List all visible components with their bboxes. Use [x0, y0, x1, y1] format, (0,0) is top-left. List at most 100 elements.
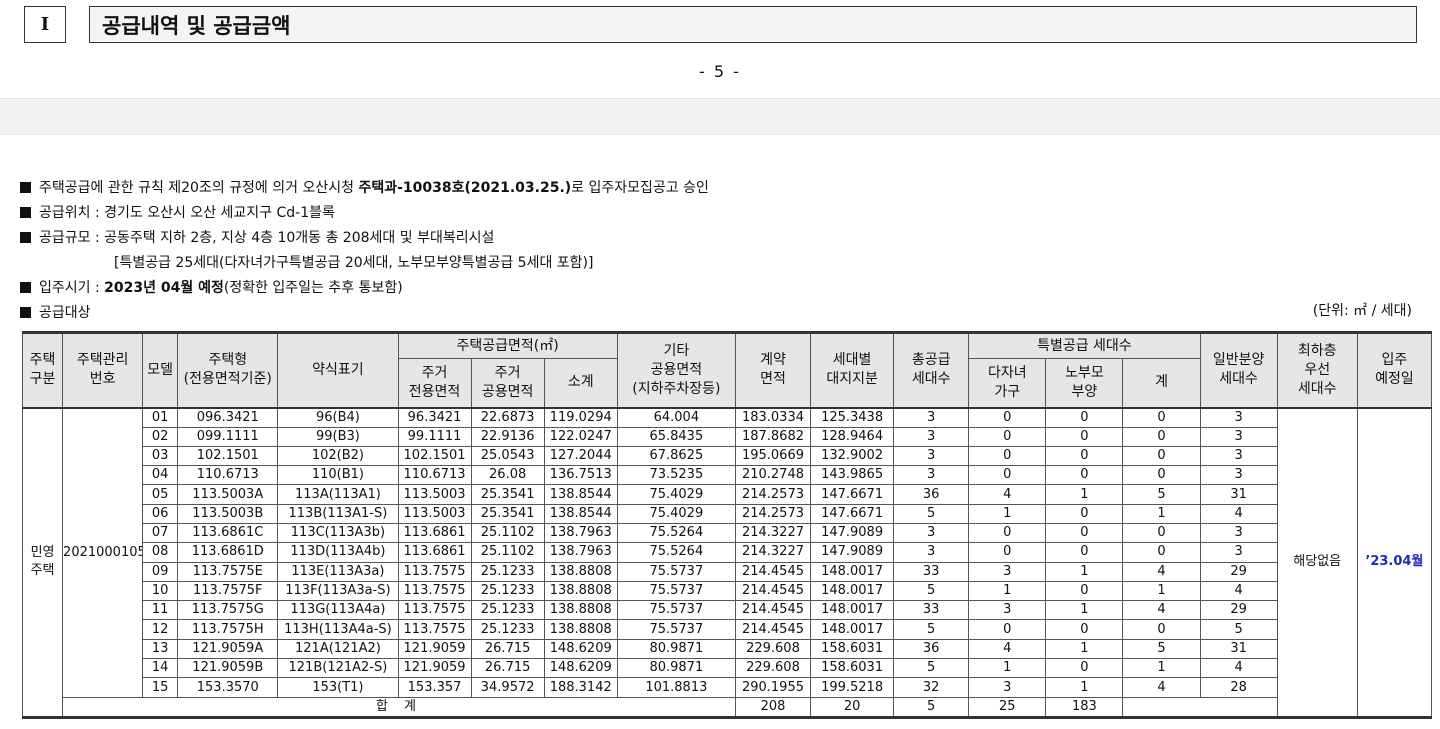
table-cell: 0 [1045, 542, 1124, 563]
table-cell: 05 [142, 484, 179, 505]
header-lowest-floor: 최하층 우선 세대수 [1276, 332, 1358, 408]
note-scale-detail: [특별공급 25세대(다자녀가구특별공급 20세대, 노부모부양특별공급 5세대… [20, 251, 1420, 276]
table-cell: 99(B3) [277, 426, 399, 447]
table-cell: 4 [968, 638, 1047, 660]
table-cell: 127.2044 [543, 445, 618, 467]
table-cell: 119.0294 [543, 407, 618, 428]
table-cell: 121.9059A [177, 638, 279, 660]
table-cell: 158.6031 [810, 638, 895, 660]
table-cell: 75.5737 [616, 561, 736, 582]
table-cell: 22.9136 [470, 426, 545, 447]
table-cell: 3 [1199, 522, 1278, 544]
table-cell: 132.9002 [810, 445, 895, 467]
header-special-sum: 계 [1122, 358, 1201, 408]
table-cell: 22.6873 [470, 407, 545, 428]
table-cell: 214.3227 [734, 522, 812, 544]
header-land-share: 세대별 대지지분 [810, 332, 895, 408]
table-cell: 96.3421 [397, 407, 472, 428]
table-row: 05 113.5003A 113A(113A1) 113.5003 25.3541 138… [23, 484, 1432, 505]
table-cell: 28 [1199, 677, 1278, 698]
note-scale-detail-text: [특별공급 25세대(다자녀가구특별공급 20세대, 노부모부양특별공급 5세대… [114, 255, 594, 271]
table-cell: 113.7575H [177, 619, 279, 640]
table-cell: 25.0543 [470, 445, 545, 467]
table-cell: 26.715 [470, 638, 545, 660]
table-row: 11 113.7575G 113G(113A4a) 113.7575 25.1233 13… [23, 600, 1432, 621]
total-elderly: 5 [893, 696, 970, 718]
note-approval-number: 주택과-10038호(2021.03.25.) [358, 180, 572, 196]
table-cell: 214.4545 [734, 619, 812, 640]
table-cell: 3 [893, 445, 970, 467]
table-cell: 0 [1122, 465, 1201, 486]
table-cell: 148.6209 [543, 638, 618, 660]
table-row: 04 110.6713 110(B1) 110.6713 26.08 136.7513 73… [23, 465, 1432, 486]
table-cell: 138.8808 [543, 580, 618, 602]
table-cell: 14 [142, 658, 179, 679]
table-cell: 121.9059 [397, 658, 472, 679]
cell-mgmt-number: 2021000105 [62, 407, 144, 698]
table-row: 09 113.7575E 113E(113A3a) 113.7575 25.1233 13… [23, 561, 1432, 582]
table-cell: 3 [893, 542, 970, 563]
table-cell: 0 [1122, 522, 1201, 544]
table-cell: 25.1102 [470, 542, 545, 563]
table-cell: 31 [1199, 484, 1278, 505]
table-cell: 0 [968, 465, 1047, 486]
table-cell: 138.8808 [543, 600, 618, 621]
table-cell: 3 [1199, 426, 1278, 447]
table-cell: 102(B2) [277, 445, 399, 467]
header-elderly: 노부모 부양 [1045, 358, 1124, 408]
table-cell: 113.7575E [177, 561, 279, 582]
table-body: 민영 주택 2021000105 01 096.3421 96(B4) 96.3421 22.… [21, 407, 1433, 718]
table-cell: 113.6861D [177, 542, 279, 563]
table-cell: 0 [968, 542, 1047, 563]
bullet-square-icon [20, 282, 31, 293]
table-cell: 5 [1199, 619, 1278, 640]
table-cell: 99.1111 [397, 426, 472, 447]
table-cell: 25.3541 [470, 503, 545, 524]
note-location: 공급위치 : 경기도 오산시 오산 세교지구 Cd-1블록 [20, 201, 1420, 226]
table-cell: 113.6861C [177, 522, 279, 544]
table-cell: 113A(113A1) [277, 484, 399, 505]
table-cell: 113.6861 [397, 522, 472, 544]
table-cell: 113G(113A4a) [277, 600, 399, 621]
table-cell: 25.1102 [470, 522, 545, 544]
table-cell: 1 [1045, 484, 1124, 505]
table-cell: 153.357 [397, 677, 472, 698]
table-cell: 33 [893, 561, 970, 582]
table-cell: 214.2573 [734, 503, 812, 524]
table-cell: 1 [1122, 658, 1201, 679]
table-cell: 03 [142, 445, 179, 467]
table-cell: 96(B4) [277, 407, 399, 428]
header-total-units: 총공급 세대수 [893, 332, 970, 408]
table-cell: 0 [1045, 426, 1124, 447]
table-row: 02 099.1111 99(B3) 99.1111 22.9136 122.0247 65… [23, 426, 1432, 447]
table-cell: 4 [1122, 600, 1201, 621]
table-cell: 187.8682 [734, 426, 812, 447]
table-cell: 101.8813 [616, 677, 736, 698]
total-special-sum: 25 [968, 696, 1047, 718]
table-cell: 199.5218 [810, 677, 895, 698]
table-cell: 02 [142, 426, 179, 447]
table-cell: 0 [968, 407, 1047, 428]
table-cell: 153.3570 [177, 677, 279, 698]
table-cell: 0 [1045, 407, 1124, 428]
table-row: 12 113.7575H 113H(113A4a-S) 113.7575 25.1233… [23, 619, 1432, 640]
note-approval: 주택공급에 관한 규칙 제20조의 규정에 의거 오산시청 주택과-10038호… [20, 176, 1420, 201]
table-cell: 188.3142 [543, 677, 618, 698]
table-cell: 0 [1122, 619, 1201, 640]
table-cell: 04 [142, 465, 179, 486]
supply-table: 주택 구분 주택관리 번호 모델 주택형 (전용면적기준) 약식표기 주택공급면적(㎡… [21, 331, 1433, 719]
table-cell: 75.4029 [616, 503, 736, 524]
table-cell: 26.715 [470, 658, 545, 679]
table-cell: 110.6713 [177, 465, 279, 486]
table-cell: 3 [1199, 465, 1278, 486]
table-cell: 113D(113A4b) [277, 542, 399, 563]
table-cell: 11 [142, 600, 179, 621]
table-row: 15 153.3570 153(T1) 153.357 34.9572 188.3142 1… [23, 677, 1432, 698]
table-cell: 0 [968, 619, 1047, 640]
table-cell: 147.6671 [810, 503, 895, 524]
table-cell: 290.1955 [734, 677, 812, 698]
note-location-text: 공급위치 : 경기도 오산시 오산 세교지구 Cd-1블록 [39, 205, 335, 221]
header-type: 주택 구분 [21, 332, 64, 408]
header-exclusive: 주거 전용면적 [397, 358, 472, 408]
table-cell: 113.5003 [397, 484, 472, 505]
